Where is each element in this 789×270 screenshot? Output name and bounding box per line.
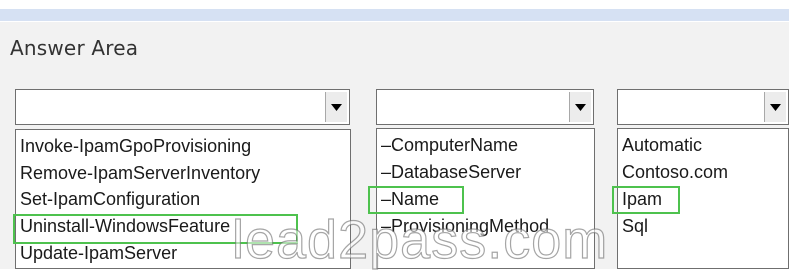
chevron-down-icon	[575, 103, 586, 111]
value-dropdown[interactable]	[617, 89, 789, 125]
chevron-down-icon	[770, 103, 781, 111]
cmdlet-option-remove-ipamserverinventory[interactable]: Remove-IpamServerInventory	[20, 162, 260, 184]
cmdlet-option-invoke-ipamgpoprovisioning[interactable]: Invoke-IpamGpoProvisioning	[20, 135, 251, 157]
value-answer-highlight	[612, 186, 680, 214]
value-option-automatic[interactable]: Automatic	[622, 134, 702, 156]
value-option-sql[interactable]: Sql	[622, 215, 648, 237]
parameter-option-databaseserver[interactable]: –DatabaseServer	[381, 161, 521, 183]
cmdlet-dropdown-arrow-button[interactable]	[325, 92, 347, 122]
parameter-dropdown-arrow-button[interactable]	[569, 92, 591, 122]
value-dropdown-arrow-button[interactable]	[764, 92, 786, 122]
watermark: lead2pass.com	[231, 210, 609, 270]
parameter-dropdown[interactable]	[376, 89, 594, 125]
chevron-down-icon	[331, 103, 342, 111]
cmdlet-option-set-ipamconfiguration[interactable]: Set-IpamConfiguration	[20, 188, 200, 210]
header-band	[0, 9, 789, 21]
cmdlet-dropdown[interactable]	[15, 89, 350, 125]
value-option-contoso-com[interactable]: Contoso.com	[622, 161, 728, 183]
parameter-option-computername[interactable]: –ComputerName	[381, 134, 518, 156]
cmdlet-option-update-ipamserver[interactable]: Update-IpamServer	[20, 242, 177, 264]
answer-area-title: Answer Area	[10, 36, 139, 60]
